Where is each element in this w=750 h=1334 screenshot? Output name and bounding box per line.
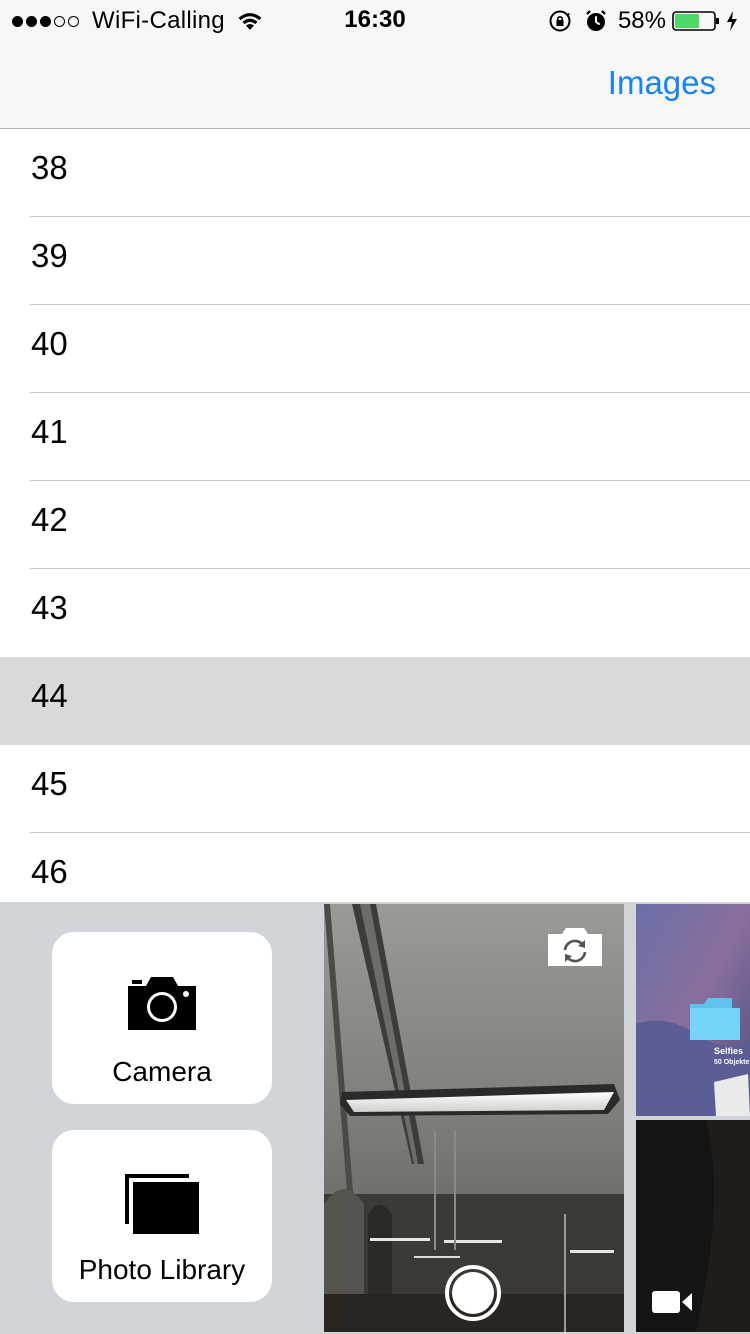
album-name: Selfies: [714, 1046, 744, 1056]
battery-percent: 58%: [617, 7, 666, 34]
thumbnail-image: [636, 904, 750, 1116]
images-button[interactable]: Images: [608, 64, 716, 102]
rotation-lock-icon: [549, 10, 571, 32]
photo-library-icon: [125, 1174, 199, 1234]
camera-live-preview[interactable]: [324, 904, 624, 1332]
status-bar: WiFi-Calling 16:30 58%: [0, 0, 750, 40]
camera-label: Camera: [112, 1056, 212, 1087]
image-picker-panel: Camera Photo Library Selfies 50 Objekte: [0, 902, 750, 1334]
status-right: 58%: [548, 7, 738, 35]
row-label: 39: [31, 237, 68, 274]
row-label: 44: [31, 677, 68, 714]
table-list[interactable]: 38 39 40 41 42 43 44 45 46: [0, 129, 750, 921]
row-label: 45: [31, 765, 68, 802]
video-thumbnail[interactable]: [636, 1120, 750, 1332]
flip-camera-icon: [548, 928, 602, 966]
navigation-bar: Images: [0, 40, 750, 129]
album-count: 50 Objekte: [714, 1059, 750, 1066]
table-row[interactable]: 43: [0, 569, 750, 657]
battery-icon: [672, 11, 719, 31]
photo-library-button[interactable]: Photo Library: [52, 1130, 272, 1302]
row-label: 42: [31, 501, 68, 538]
photo-thumbnail[interactable]: Selfies 50 Objekte: [636, 904, 750, 1116]
row-label: 43: [31, 589, 68, 626]
photo-library-label: Photo Library: [78, 1254, 246, 1285]
table-row[interactable]: 38: [0, 129, 750, 217]
row-label: 40: [31, 325, 68, 362]
flip-camera-button[interactable]: [546, 926, 604, 973]
table-row[interactable]: 39: [0, 217, 750, 305]
thumbnail-caption: Selfies 50 Objekte: [714, 1046, 749, 1068]
camera-icon: [128, 977, 196, 1030]
photo-library-icon-wrap: [52, 1174, 272, 1239]
row-label: 46: [31, 853, 68, 890]
video-icon: [652, 1290, 694, 1319]
charging-icon: [727, 11, 737, 31]
row-label: 38: [31, 149, 68, 186]
camera-icon-wrap: [52, 974, 272, 1037]
table-row[interactable]: 45: [0, 745, 750, 833]
table-row[interactable]: 40: [0, 305, 750, 393]
row-label: 41: [31, 413, 68, 450]
camera-button[interactable]: Camera: [52, 932, 272, 1104]
shutter-icon: [445, 1265, 501, 1321]
table-row[interactable]: 41: [0, 393, 750, 481]
shutter-button[interactable]: [444, 1264, 502, 1327]
table-row-selected[interactable]: 44: [0, 657, 750, 745]
table-row[interactable]: 42: [0, 481, 750, 569]
alarm-icon: [586, 10, 606, 31]
